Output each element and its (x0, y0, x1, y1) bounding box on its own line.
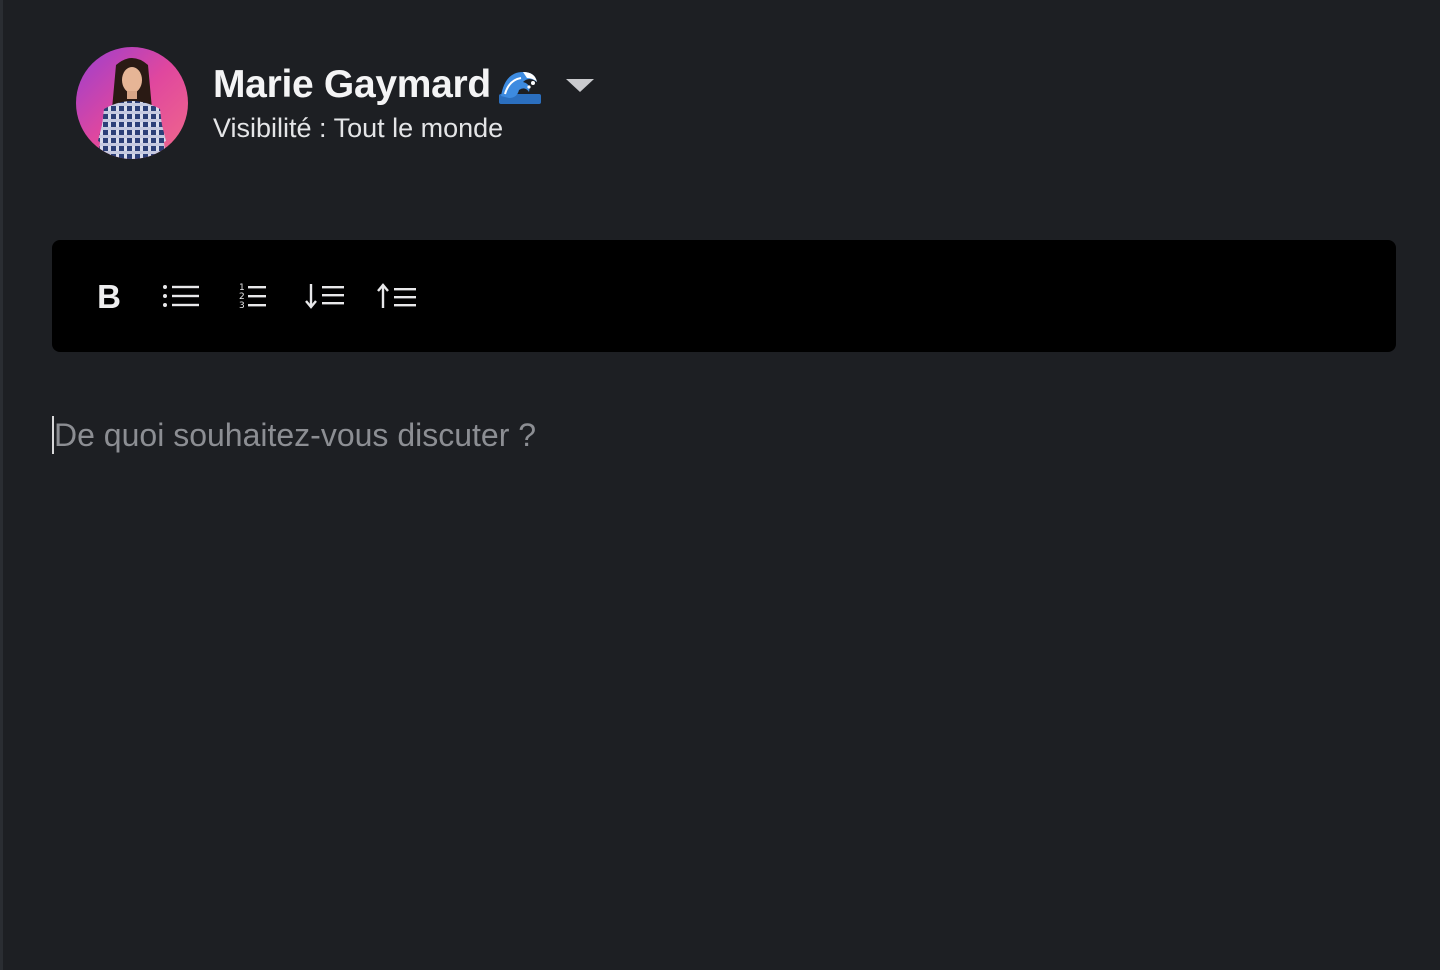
post-editor[interactable]: De quoi souhaitez-vous discuter ? (52, 416, 1396, 936)
sort-up-icon (377, 283, 416, 308)
author-selector[interactable]: Marie Gaymard (213, 62, 595, 108)
wave-icon (498, 66, 541, 104)
author-name: Marie Gaymard (213, 63, 491, 106)
avatar (76, 47, 188, 159)
bullet-list-icon (163, 285, 199, 307)
sort-down-icon (305, 284, 344, 309)
formatting-toolbar: B 1 2 3 (52, 240, 1396, 352)
avatar-image (76, 47, 188, 159)
bold-icon: B (97, 277, 121, 315)
chevron-down-icon[interactable] (565, 76, 595, 94)
sort-ascending-button[interactable] (374, 273, 420, 319)
numbered-list-button[interactable]: 1 2 3 (230, 273, 276, 319)
sort-descending-button[interactable] (302, 273, 348, 319)
numbered-list-icon: 1 2 3 (239, 283, 266, 310)
author-info: Marie Gaymard Visibilité : Tout le monde (213, 62, 595, 145)
window-edge (0, 0, 3, 970)
bold-button[interactable]: B (86, 273, 132, 319)
editor-placeholder: De quoi souhaitez-vous discuter ? (54, 417, 537, 453)
bullet-list-button[interactable] (158, 273, 204, 319)
post-author-header: Marie Gaymard Visibilité : Tout le monde (76, 47, 595, 159)
visibility-setting[interactable]: Visibilité : Tout le monde (213, 111, 595, 145)
svg-text:3: 3 (239, 301, 245, 310)
